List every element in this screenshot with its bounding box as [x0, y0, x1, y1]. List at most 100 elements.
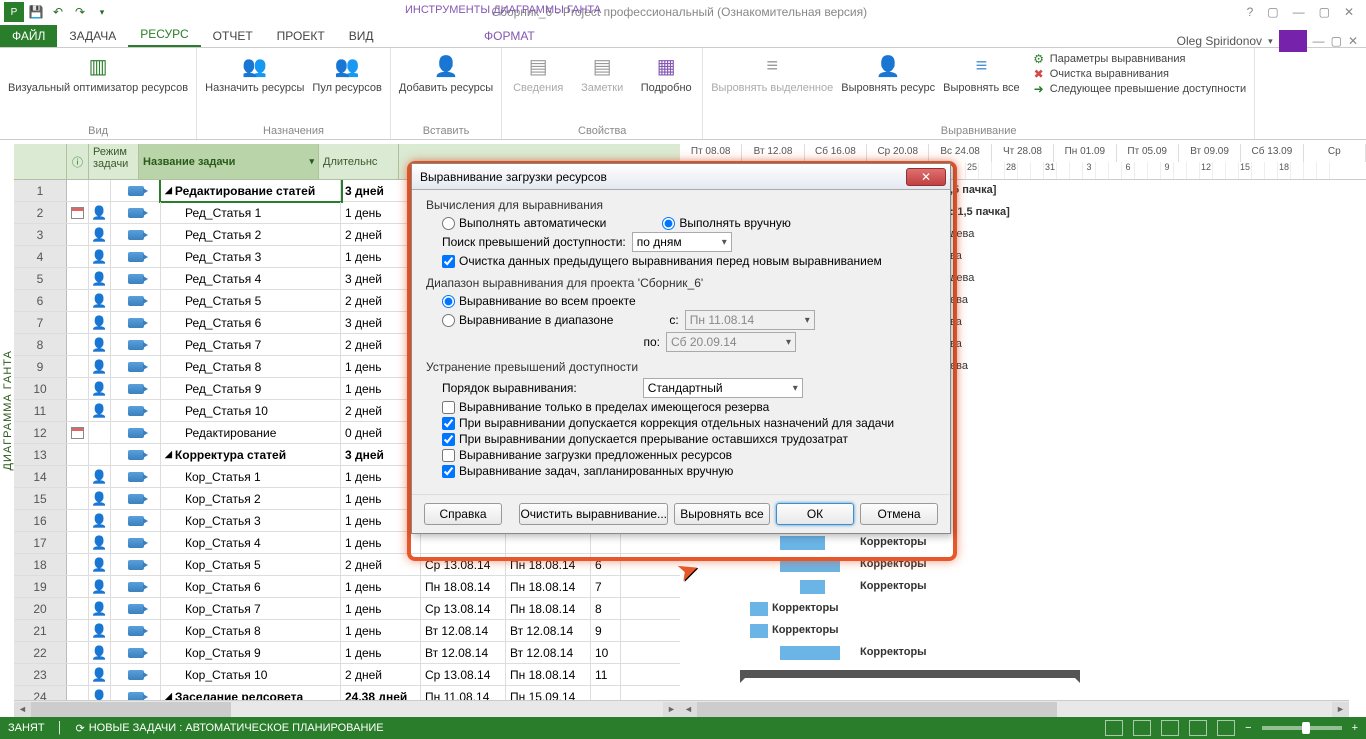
maximize-icon[interactable]: ▢: [1319, 5, 1330, 19]
qat-dropdown-icon[interactable]: ▾: [92, 2, 112, 22]
radio-auto[interactable]: Выполнять автоматически: [442, 216, 606, 230]
section-calc-label: Вычисления для выравнивания: [426, 198, 936, 212]
header-duration[interactable]: Длительнс: [319, 144, 399, 179]
leveling-order-combo[interactable]: Стандартный: [643, 378, 803, 398]
next-overallocation-button[interactable]: ➜Следующее превышение доступности: [1032, 82, 1246, 96]
clear-icon: ✖: [1032, 67, 1046, 81]
cancel-button[interactable]: Отмена: [860, 503, 938, 525]
tab-resource[interactable]: РЕСУРС: [128, 23, 200, 47]
check-split-remaining[interactable]: При выравнивании допускается прерывание …: [442, 432, 848, 446]
contextual-tab-label: ИНСТРУМЕНТЫ ДИАГРАММЫ ГАНТА: [405, 4, 601, 16]
status-mode-icon: ⟳: [75, 722, 84, 735]
zoom-slider[interactable]: [1262, 726, 1342, 730]
help-button[interactable]: Справка: [424, 503, 502, 525]
task-row[interactable]: 19 👤 Кор_Статья 6 1 день Пн 18.08.14Пн 1…: [14, 576, 680, 598]
assign-resources-button[interactable]: 👥 Назначить ресурсы: [205, 52, 304, 94]
view-shortcut-1[interactable]: [1105, 720, 1123, 736]
date-to-combo[interactable]: Сб 20.09.14: [666, 332, 796, 352]
group-leveling-label: Выравнивание: [711, 125, 1246, 137]
leveling-dialog: Выравнивание загрузки ресурсов ✕ Вычисле…: [411, 163, 951, 534]
next-icon: ➜: [1032, 82, 1046, 96]
radio-whole-project[interactable]: Выравнивание во всем проекте: [442, 294, 636, 308]
status-sep: │: [57, 722, 64, 734]
user-area[interactable]: Oleg Spiridonov ▾ — ▢ ✕: [1177, 30, 1358, 52]
tab-file[interactable]: ФАЙЛ: [0, 25, 57, 47]
level-sel-icon: ≡: [756, 52, 788, 80]
radio-manual[interactable]: Выполнять вручную: [662, 216, 791, 230]
dialog-close-button[interactable]: ✕: [906, 168, 946, 186]
notes-icon: ▤: [586, 52, 618, 80]
dialog-title: Выравнивание загрузки ресурсов: [420, 170, 607, 184]
level-selection-button[interactable]: ≡ Выровнять выделенное: [711, 52, 833, 94]
doc-close-icon[interactable]: ✕: [1348, 34, 1358, 48]
check-adjust-assignments[interactable]: При выравнивании допускается коррекция о…: [442, 416, 894, 430]
radio-range[interactable]: Выравнивание в диапазоне: [442, 313, 613, 327]
task-row[interactable]: 17 👤 Кор_Статья 4 1 день: [14, 532, 680, 554]
details-button[interactable]: ▦ Подробно: [638, 52, 694, 94]
view-shortcut-2[interactable]: [1133, 720, 1151, 736]
grid-horizontal-scrollbar[interactable]: ◄►: [14, 700, 680, 717]
redo-icon[interactable]: ↷: [70, 2, 90, 22]
details-icon: ▦: [650, 52, 682, 80]
tab-report[interactable]: ОТЧЕТ: [201, 25, 265, 47]
zoom-out-icon[interactable]: −: [1245, 722, 1251, 734]
help-icon[interactable]: ?: [1247, 5, 1254, 19]
doc-minimize-icon[interactable]: —: [1313, 34, 1325, 48]
header-mode[interactable]: Режим задачи: [89, 144, 139, 179]
header-name[interactable]: Название задачи▾: [139, 144, 319, 179]
view-shortcut-5[interactable]: [1217, 720, 1235, 736]
task-row[interactable]: 22 👤 Кор_Статья 9 1 день Вт 12.08.14Вт 1…: [14, 642, 680, 664]
app-icon[interactable]: P: [4, 2, 24, 22]
level-all-button[interactable]: ≡ Выровнять все: [943, 52, 1020, 94]
optimizer-icon: ▥: [82, 52, 114, 80]
doc-restore-icon[interactable]: ▢: [1331, 34, 1342, 48]
save-icon[interactable]: 💾: [26, 2, 46, 22]
clear-leveling-button[interactable]: ✖Очистка выравнивания: [1032, 67, 1246, 81]
ribbon-collapse-icon[interactable]: ▢: [1267, 5, 1278, 19]
task-row[interactable]: 20 👤 Кор_Статья 7 1 день Ср 13.08.14Пн 1…: [14, 598, 680, 620]
tab-task[interactable]: ЗАДАЧА: [57, 25, 128, 47]
minimize-icon[interactable]: —: [1293, 5, 1305, 19]
tab-project[interactable]: ПРОЕКТ: [265, 25, 337, 47]
resource-pool-button[interactable]: 👥 Пул ресурсов: [312, 52, 381, 94]
header-info[interactable]: ⓘ: [67, 144, 89, 179]
task-row[interactable]: 23 👤 Кор_Статья 10 2 дней Ср 13.08.14Пн …: [14, 664, 680, 686]
section-range-label: Диапазон выравнивания для проекта 'Сборн…: [426, 276, 936, 290]
check-slack-only[interactable]: Выравнивание только в пределах имеющегос…: [442, 400, 769, 414]
undo-icon[interactable]: ↶: [48, 2, 68, 22]
statusbar: ЗАНЯТ │ ⟳ НОВЫЕ ЗАДАЧИ : АВТОМАТИЧЕСКОЕ …: [0, 717, 1366, 739]
leveling-options-button[interactable]: ⚙Параметры выравнивания: [1032, 52, 1246, 66]
ok-button[interactable]: ОК: [776, 503, 854, 525]
check-manual-tasks[interactable]: Выравнивание задач, запланированных вруч…: [442, 464, 733, 478]
level-res-icon: 👤: [872, 52, 904, 80]
task-row[interactable]: 18 👤 Кор_Статья 5 2 дней Ср 13.08.14Пн 1…: [14, 554, 680, 576]
visual-optimizer-button[interactable]: ▥ Визуальный оптимизатор ресурсов: [8, 52, 188, 94]
level-all-button[interactable]: Выровнять все: [674, 503, 770, 525]
overalloc-combo[interactable]: по дням: [632, 232, 732, 252]
group-props-label: Свойства: [510, 125, 694, 137]
add-resources-button[interactable]: 👤 Добавить ресурсы: [399, 52, 493, 94]
tab-format[interactable]: ФОРМАТ: [472, 25, 547, 47]
options-icon: ⚙: [1032, 52, 1046, 66]
check-clear-previous[interactable]: Очистка данных предыдущего выравнивания …: [442, 254, 882, 268]
view-shortcut-4[interactable]: [1189, 720, 1207, 736]
gantt-horizontal-scrollbar[interactable]: ◄►: [680, 700, 1349, 717]
clear-leveling-button[interactable]: Очистить выравнивание...: [519, 503, 668, 525]
level-resource-button[interactable]: 👤 Выровнять ресурс: [841, 52, 935, 94]
user-name: Oleg Spiridonov: [1177, 34, 1262, 48]
titlebar: P 💾 ↶ ↷ ▾ ИНСТРУМЕНТЫ ДИАГРАММЫ ГАНТА Сб…: [0, 0, 1366, 24]
zoom-in-icon[interactable]: +: [1352, 722, 1358, 734]
status-auto: НОВЫЕ ЗАДАЧИ : АВТОМАТИЧЕСКОЕ ПЛАНИРОВАН…: [89, 722, 384, 734]
section-resolve-label: Устранение превышений доступности: [426, 360, 936, 374]
check-proposed-resources[interactable]: Выравнивание загрузки предложенных ресур…: [442, 448, 732, 462]
information-button[interactable]: ▤ Сведения: [510, 52, 566, 94]
notes-button[interactable]: ▤ Заметки: [574, 52, 630, 94]
view-shortcut-3[interactable]: [1161, 720, 1179, 736]
date-from-combo[interactable]: Пн 11.08.14: [685, 310, 815, 330]
dialog-titlebar[interactable]: Выравнивание загрузки ресурсов ✕: [412, 164, 950, 190]
group-assign-label: Назначения: [205, 125, 382, 137]
close-icon[interactable]: ✕: [1344, 5, 1354, 19]
tab-view[interactable]: ВИД: [337, 25, 386, 47]
task-row[interactable]: 21 👤 Кор_Статья 8 1 день Вт 12.08.14Вт 1…: [14, 620, 680, 642]
header-rownum[interactable]: [14, 144, 67, 179]
